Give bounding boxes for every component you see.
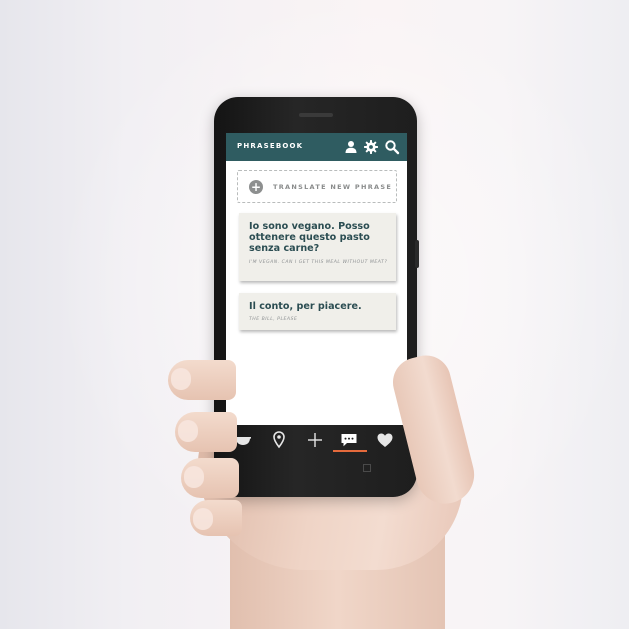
active-tab-indicator [333,450,367,452]
phrase-text: Il conto, per piacere. [249,301,362,312]
location-pin-icon[interactable] [268,429,290,451]
fingernail [178,420,198,442]
phone-speaker [299,113,333,117]
phone-screen: PHRASEBOOK + TRANSLATE NEW PHRASE Io son… [226,133,407,425]
phone-side-button [415,240,419,268]
plus-circle-icon: + [249,180,263,194]
add-icon[interactable] [304,429,326,451]
speech-bubble-icon[interactable] [338,429,360,451]
app-bar: PHRASEBOOK [226,133,407,161]
heart-icon[interactable] [374,429,396,451]
hand-finger [175,412,237,452]
hand-finger [190,500,242,536]
fingernail [171,368,191,390]
hand-finger [168,360,236,400]
bottom-nav [226,425,407,455]
hand-finger [181,458,239,498]
fingernail [193,508,213,530]
recent-apps-button[interactable] [363,464,371,472]
gear-icon[interactable] [363,139,379,155]
translate-new-phrase-button[interactable]: + TRANSLATE NEW PHRASE [237,170,397,203]
phrase-text: Io sono vegano. Posso ottenere questo pa… [249,221,370,254]
phrase-translation: THE BILL, PLEASE [249,317,298,322]
search-icon[interactable] [384,139,400,155]
translate-button-label: TRANSLATE NEW PHRASE [273,183,393,191]
phrase-translation: I'M VEGAN. CAN I GET THIS MEAL WITHOUT M… [249,260,388,265]
fingernail [184,466,204,488]
phrase-card[interactable]: Io sono vegano. Posso ottenere questo pa… [239,213,396,281]
user-icon[interactable] [343,139,359,155]
phrase-card[interactable]: Il conto, per piacere. THE BILL, PLEASE [239,293,396,330]
app-title: PHRASEBOOK [237,142,304,150]
